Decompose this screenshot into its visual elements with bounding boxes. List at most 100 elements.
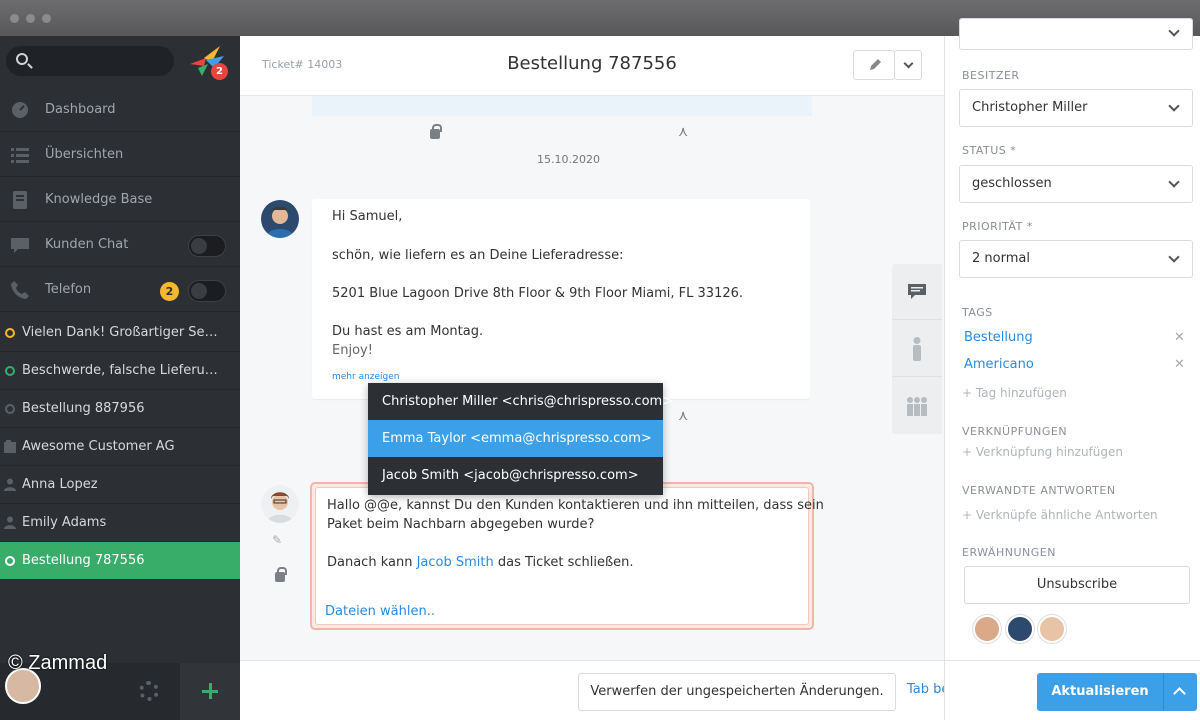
split-icon[interactable]: ⋏	[678, 409, 692, 423]
edit-note-icon[interactable]: ✎	[272, 533, 282, 547]
discard-changes-button[interactable]: Verwerfen der ungespeicherten Änderungen…	[578, 673, 896, 711]
reply-textarea[interactable]: Hallo @@e, kannst Du den Kunden kontakti…	[315, 487, 824, 625]
person-icon	[4, 516, 16, 529]
tag-link[interactable]: Americano	[964, 357, 1034, 372]
search-input[interactable]	[6, 46, 174, 76]
page-title: Bestellung 787556	[507, 53, 677, 74]
sidebar-tabs	[892, 264, 942, 434]
task-label: Awesome Customer AG	[22, 439, 175, 454]
status-ring-icon	[5, 328, 15, 338]
remove-tag-icon[interactable]: ✕	[1174, 330, 1185, 345]
task-item[interactable]: Beschwerde, falsche Lieferung ...	[0, 352, 240, 390]
task-item[interactable]: Awesome Customer AG	[0, 428, 240, 466]
attach-files-link[interactable]: Dateien wählen..	[325, 604, 435, 619]
nav-label: Knowledge Base	[45, 192, 153, 207]
tags-label: TAGS	[962, 306, 993, 319]
window-zoom-dot[interactable]	[42, 14, 51, 23]
update-label: Aktualisieren	[1051, 684, 1149, 699]
notification-badge: 2	[211, 63, 228, 80]
nav-dashboard[interactable]: Dashboard	[0, 88, 240, 132]
priority-select[interactable]: 2 normal	[959, 240, 1193, 278]
task-label: Vielen Dank! Großartiger Service!	[22, 325, 222, 340]
nav-label: Dashboard	[45, 102, 116, 117]
mention-dropdown: Christopher Miller <chris@chrispresso.co…	[368, 383, 673, 495]
search-icon	[16, 53, 28, 65]
split-icon[interactable]: ⋏	[678, 125, 692, 139]
remove-tag-icon[interactable]: ✕	[1174, 357, 1185, 372]
tag-link[interactable]: Bestellung	[964, 330, 1033, 345]
add-related-link[interactable]: + Verknüpfe ähnliche Antworten	[962, 508, 1158, 522]
task-label: Bestellung 887956	[22, 401, 145, 416]
nav-label: Telefon	[45, 282, 92, 297]
tab-customer[interactable]	[892, 321, 942, 377]
composer-line: Danach kann Jacob Smith das Ticket schli…	[327, 555, 634, 570]
right-footer: Aktualisieren	[945, 660, 1200, 720]
group-select[interactable]	[959, 18, 1193, 50]
nav-label: Kunden Chat	[45, 237, 129, 252]
app-window: 2 Dashboard Übersichten Knowledge Base K…	[0, 0, 1200, 720]
chat-toggle[interactable]	[188, 235, 226, 257]
chevron-up-icon[interactable]	[1173, 687, 1186, 700]
visibility-lock-icon[interactable]	[275, 567, 287, 582]
article-line: schön, wie liefern es an Deine Lieferadr…	[332, 248, 624, 263]
dashboard-icon	[12, 102, 28, 118]
task-label: Emily Adams	[22, 515, 107, 530]
add-tag-link[interactable]: + Tag hinzufügen	[962, 386, 1067, 400]
task-item[interactable]: Vielen Dank! Großartiger Service!	[0, 314, 240, 352]
window-close-dot[interactable]	[10, 14, 19, 23]
show-more-link[interactable]: mehr anzeigen	[332, 372, 400, 382]
mentions-label: ERWÄHNUNGEN	[962, 546, 1056, 559]
related-answers-label: VERWANDTE ANTWORTEN	[962, 484, 1116, 497]
mention-option[interactable]: Jacob Smith <jacob@chrispresso.com>	[368, 457, 663, 494]
nav-knowledge-base[interactable]: Knowledge Base	[0, 178, 240, 222]
chevron-down-icon	[1168, 25, 1180, 37]
person-icon	[913, 337, 921, 361]
status-select[interactable]: geschlossen	[959, 165, 1193, 203]
mention-avatar[interactable]	[1038, 615, 1066, 643]
add-link-link[interactable]: + Verknüpfung hinzufügen	[962, 445, 1123, 459]
add-button[interactable]	[180, 663, 240, 720]
agent-avatar[interactable]	[261, 485, 299, 523]
gear-icon[interactable]	[139, 681, 159, 701]
ticket-attributes-panel: BESITZER Christopher Miller STATUS * ges…	[944, 18, 1200, 720]
mention-avatar[interactable]	[973, 615, 1001, 643]
mention-option[interactable]: Christopher Miller <chris@chrispresso.co…	[368, 383, 673, 420]
mention-link[interactable]: Jacob Smith	[417, 555, 494, 570]
mention-option-selected[interactable]: Emma Taylor <emma@chrispresso.com>	[368, 420, 663, 457]
article-line: Du hast es am Montag.	[332, 324, 484, 339]
task-item[interactable]: Anna Lopez	[0, 466, 240, 504]
nav-customer-chat[interactable]: Kunden Chat	[0, 223, 240, 267]
status-ring-icon	[5, 366, 15, 376]
priority-value: 2 normal	[972, 251, 1030, 266]
window-minimize-dot[interactable]	[26, 14, 35, 23]
previous-article	[312, 96, 812, 116]
task-label: Beschwerde, falsche Lieferung ...	[22, 363, 222, 378]
nav-phone[interactable]: Telefon 2	[0, 268, 240, 312]
more-actions-button[interactable]	[894, 50, 922, 80]
composer-text: Danach kann	[327, 555, 417, 570]
priority-label: PRIORITÄT *	[962, 220, 1033, 233]
chat-icon	[11, 238, 29, 253]
task-item[interactable]: Bestellung 887956	[0, 390, 240, 428]
agent-avatar[interactable]	[261, 200, 299, 238]
unsubscribe-button[interactable]: Unsubscribe	[964, 566, 1190, 604]
owner-label: BESITZER	[962, 69, 1020, 82]
composer-text: das Ticket schließen.	[493, 555, 634, 570]
mention-avatar[interactable]	[1006, 615, 1034, 643]
nav-overviews[interactable]: Übersichten	[0, 133, 240, 177]
task-item[interactable]: Emily Adams	[0, 504, 240, 542]
task-item-active[interactable]: Bestellung 787556	[0, 542, 240, 580]
watermark: © Zammad	[8, 652, 108, 674]
book-icon	[13, 191, 27, 209]
tab-ticket[interactable]	[892, 264, 942, 320]
chevron-down-icon	[903, 58, 914, 69]
group-icon	[907, 397, 927, 416]
update-button[interactable]: Aktualisieren	[1037, 673, 1197, 711]
phone-count-badge: 2	[160, 282, 179, 301]
tab-organization[interactable]	[892, 378, 942, 434]
nav-label: Übersichten	[45, 147, 124, 162]
composer-line: Paket beim Nachbarn abgegeben wurde?	[327, 517, 595, 532]
owner-select[interactable]: Christopher Miller	[959, 89, 1193, 127]
phone-toggle[interactable]	[188, 280, 226, 302]
edit-button[interactable]	[853, 50, 895, 80]
